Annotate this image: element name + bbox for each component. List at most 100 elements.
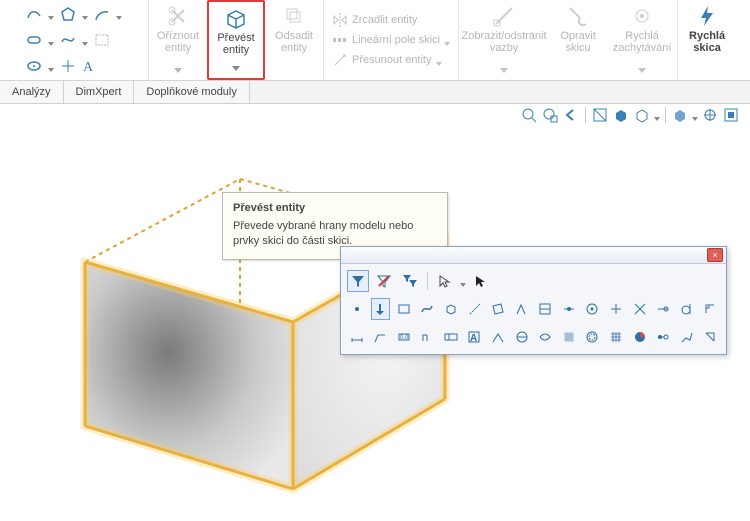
zoom-fit-icon[interactable] <box>520 106 538 124</box>
pattern-group: Zrcadlit entity Lineární pole skici Přes… <box>323 0 459 80</box>
filter-sketchseg-icon[interactable] <box>536 298 556 320</box>
caret-icon[interactable] <box>436 57 442 63</box>
filter-quadrant-icon[interactable] <box>606 298 626 320</box>
filter-color-icon[interactable] <box>630 326 650 348</box>
text-icon[interactable]: A <box>82 58 98 74</box>
tab-addins[interactable]: Doplňkové moduly <box>134 81 250 103</box>
view-orientation-icon[interactable] <box>612 106 630 124</box>
filter-ref-icon[interactable] <box>700 326 720 348</box>
filter-gtol-icon[interactable] <box>441 326 461 348</box>
filter-perp-icon[interactable] <box>700 298 720 320</box>
caret-icon[interactable] <box>232 62 240 74</box>
caret-icon[interactable] <box>638 64 646 76</box>
ribbon: A Oříznout entity Převést entity Odsadit… <box>0 0 750 81</box>
arc-icon[interactable] <box>94 6 110 22</box>
offset-entities-button[interactable]: Odsadit entity <box>265 0 323 80</box>
ellipse-icon[interactable] <box>26 58 42 74</box>
filter-midpoint-icon[interactable] <box>559 298 579 320</box>
convert-label: Převést entity <box>209 32 263 56</box>
caret-icon[interactable] <box>692 112 698 118</box>
tooltip-title: Převést entity <box>233 201 437 216</box>
mirror-entities-button[interactable]: Zrcadlit entity <box>332 12 417 28</box>
tab-label: Doplňkové moduly <box>146 86 237 98</box>
display-relations-button[interactable]: Zobrazit/odstranit vazby <box>459 0 549 80</box>
separator <box>665 107 666 123</box>
quick-snaps-button[interactable]: Rychlá zachytávání <box>607 0 677 80</box>
spline2-icon[interactable] <box>60 32 76 48</box>
caret-icon[interactable] <box>500 64 508 76</box>
palette-titlebar[interactable]: × <box>341 247 726 264</box>
caret-icon[interactable] <box>116 11 122 17</box>
point-icon[interactable] <box>60 58 76 74</box>
relations-icon <box>492 4 516 28</box>
spline-icon[interactable] <box>26 6 42 22</box>
cursor-bold-icon[interactable] <box>470 270 492 292</box>
filter-cthread-icon[interactable] <box>583 326 603 348</box>
filter-routept-icon[interactable] <box>677 326 697 348</box>
caret-icon[interactable] <box>174 64 182 76</box>
filter-nearest-icon[interactable] <box>653 298 673 320</box>
filter-edge-icon[interactable] <box>371 298 391 320</box>
edit-appearance-icon[interactable] <box>722 106 740 124</box>
filter-block-icon[interactable] <box>559 326 579 348</box>
filter-dtarget-icon[interactable] <box>512 326 532 348</box>
filter-vertex-icon[interactable] <box>347 298 367 320</box>
repair-sketch-button[interactable]: Opravit skicu <box>549 0 607 80</box>
filter-axis-icon[interactable] <box>465 298 485 320</box>
move-label: Přesunout entity <box>352 54 432 66</box>
filter-datum-icon[interactable]: A <box>465 326 485 348</box>
apply-scene-icon[interactable] <box>701 106 719 124</box>
filter-solid-icon[interactable] <box>441 298 461 320</box>
slot-icon[interactable] <box>26 32 42 48</box>
separator <box>585 107 586 123</box>
close-button[interactable]: × <box>707 248 723 262</box>
caret-icon[interactable] <box>48 63 54 69</box>
hide-show-icon[interactable] <box>671 106 689 124</box>
rect-icon[interactable] <box>94 32 110 48</box>
caret-icon[interactable] <box>654 112 660 118</box>
filter-dim-icon[interactable] <box>347 326 367 348</box>
caret-icon[interactable] <box>48 37 54 43</box>
filter-dxdim-icon[interactable]: 0.0 <box>394 326 414 348</box>
filter-note-icon[interactable] <box>371 326 391 348</box>
filter-plane-icon[interactable] <box>488 298 508 320</box>
filter-face-icon[interactable] <box>394 298 414 320</box>
convert-entities-button[interactable]: Převést entity <box>207 0 265 80</box>
move-entities-button[interactable]: Přesunout entity <box>332 52 442 68</box>
caret-icon[interactable] <box>460 278 466 284</box>
rapid-sketch-button[interactable]: Rychlá skica <box>677 0 736 80</box>
view-toolbar <box>520 104 740 126</box>
selection-filter-palette[interactable]: × <box>340 246 727 355</box>
caret-icon[interactable] <box>82 37 88 43</box>
linear-pattern-button[interactable]: Lineární pole skici <box>332 32 450 48</box>
filter-intersection-icon[interactable] <box>630 298 650 320</box>
filter-connpt-icon[interactable] <box>653 326 673 348</box>
display-style-icon[interactable] <box>633 106 651 124</box>
filter-sf-icon[interactable] <box>418 326 438 348</box>
zoom-area-icon[interactable] <box>541 106 559 124</box>
trim-entities-button[interactable]: Oříznout entity <box>149 0 207 80</box>
filter-toggle-icon[interactable] <box>347 270 369 292</box>
move-icon <box>332 52 348 68</box>
filter-centerpt-icon[interactable] <box>583 298 603 320</box>
polygon-icon[interactable] <box>60 6 76 22</box>
tab-analyses[interactable]: Analýzy <box>0 81 64 103</box>
filter-clear-icon[interactable] <box>373 270 395 292</box>
prev-view-icon[interactable] <box>562 106 580 124</box>
filter-surface-icon[interactable] <box>418 298 438 320</box>
filter-tangent-icon[interactable] <box>677 298 697 320</box>
cursor-icon[interactable] <box>434 270 456 292</box>
caret-icon[interactable] <box>48 11 54 17</box>
section-view-icon[interactable] <box>591 106 609 124</box>
filter-all-icon[interactable] <box>399 270 421 292</box>
caret-icon[interactable] <box>82 11 88 17</box>
viewport[interactable]: Převést entity Převede vybrané hrany mod… <box>0 104 750 521</box>
separator <box>427 272 428 290</box>
caret-icon[interactable] <box>444 37 450 43</box>
filter-cosmetic-icon[interactable] <box>536 326 556 348</box>
sketch-entities-group: A <box>0 0 149 80</box>
tab-dimxpert[interactable]: DimXpert <box>64 81 135 103</box>
filter-sketch-icon[interactable] <box>512 298 532 320</box>
filter-mesh-icon[interactable] <box>606 326 626 348</box>
filter-weld-icon[interactable] <box>488 326 508 348</box>
